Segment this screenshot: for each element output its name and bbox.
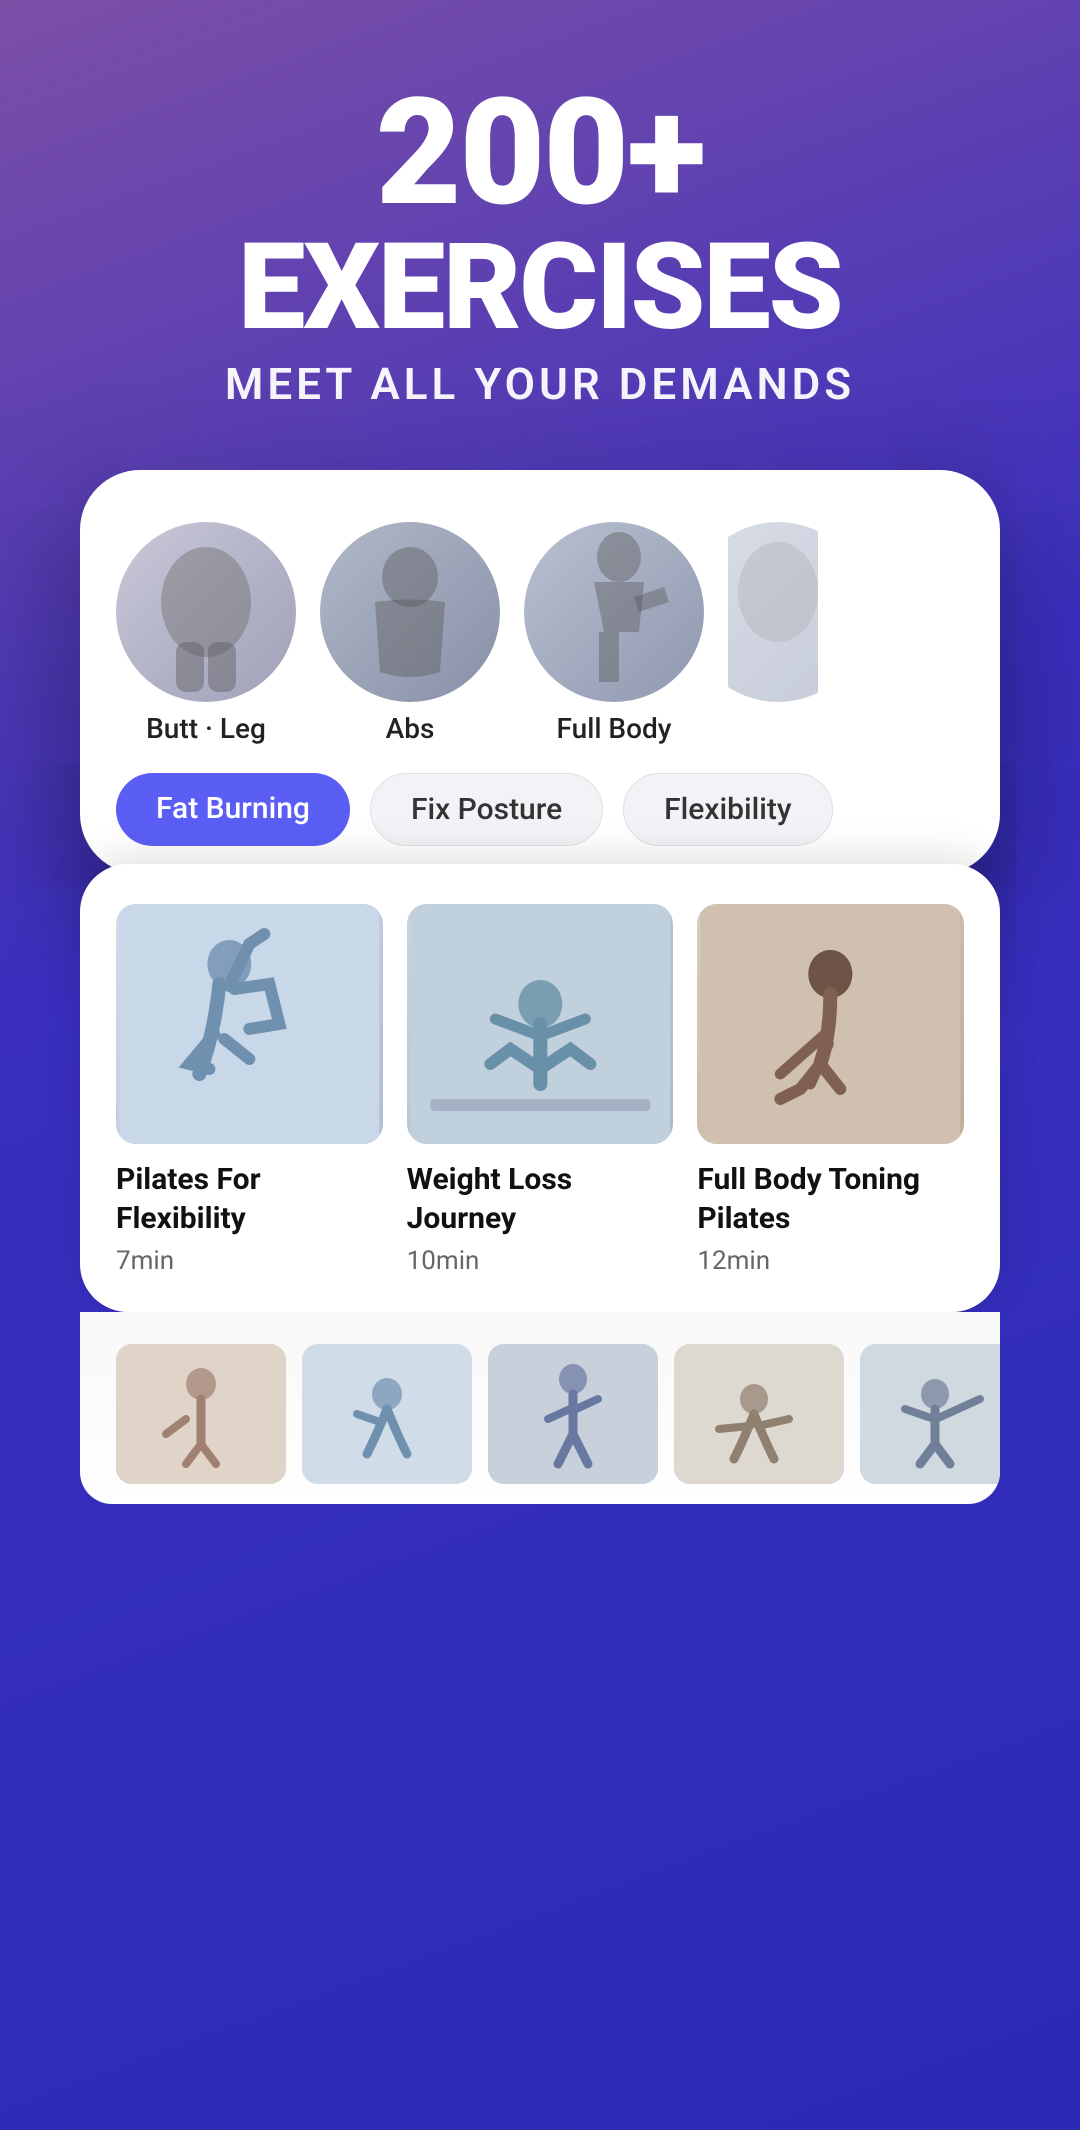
category-circle-partial [728, 522, 818, 702]
workout-title-toning: Full Body Toning Pilates [697, 1160, 964, 1238]
workout-duration-weightloss: 10min [407, 1246, 674, 1276]
category-label-butt: Butt · Leg [146, 712, 266, 745]
category-abs[interactable]: Abs [320, 522, 500, 745]
category-label-abs: Abs [386, 712, 435, 745]
workout-duration-toning: 12min [697, 1246, 964, 1276]
category-circle-abs [320, 522, 500, 702]
thumb-2[interactable] [302, 1344, 472, 1484]
workout-duration-pilates: 7min [116, 1246, 383, 1276]
workout-grid: Pilates For Flexibility 7min [116, 904, 964, 1276]
hero-section: 200+ EXERCISES MEET ALL YOUR DEMANDS [225, 0, 855, 450]
workout-title-pilates: Pilates For Flexibility [116, 1160, 383, 1238]
thumb-4[interactable] [674, 1344, 844, 1484]
hero-subtitle: MEET ALL YOUR DEMANDS [225, 358, 855, 410]
hero-number: 200+ [225, 80, 855, 228]
phone-mockup: Butt · Leg Abs [80, 470, 1000, 1504]
workout-thumb-toning [697, 904, 964, 1144]
category-label-fullbody: Full Body [557, 712, 672, 745]
category-partial[interactable] [728, 522, 818, 745]
category-circle-fullbody [524, 522, 704, 702]
thumb-5[interactable] [860, 1344, 1000, 1484]
categories-row: Butt · Leg Abs [116, 506, 964, 753]
workout-thumb-pilates [116, 904, 383, 1144]
chip-fat-burning[interactable]: Fat Burning [116, 773, 350, 846]
thumb-1[interactable] [116, 1344, 286, 1484]
workout-thumb-weightloss [407, 904, 674, 1144]
chip-flexibility[interactable]: Flexibility [623, 773, 832, 846]
content-card: Pilates For Flexibility 7min [80, 864, 1000, 1312]
filter-chips: Fat Burning Fix Posture Flexibility [116, 753, 964, 874]
workout-title-weightloss: Weight Loss Journey [407, 1160, 674, 1238]
category-full-body[interactable]: Full Body [524, 522, 704, 745]
chip-fix-posture[interactable]: Fix Posture [370, 773, 603, 846]
phone-screen: Butt · Leg Abs [80, 470, 1000, 874]
category-butt-leg[interactable]: Butt · Leg [116, 522, 296, 745]
category-circle-butt [116, 522, 296, 702]
thumb-3[interactable] [488, 1344, 658, 1484]
workout-card-weightloss[interactable]: Weight Loss Journey 10min [407, 904, 674, 1276]
workout-card-toning[interactable]: Full Body Toning Pilates 12min [697, 904, 964, 1276]
thumbnail-strip [80, 1312, 1000, 1504]
workout-card-pilates[interactable]: Pilates For Flexibility 7min [116, 904, 383, 1276]
hero-title: EXERCISES [225, 228, 855, 348]
